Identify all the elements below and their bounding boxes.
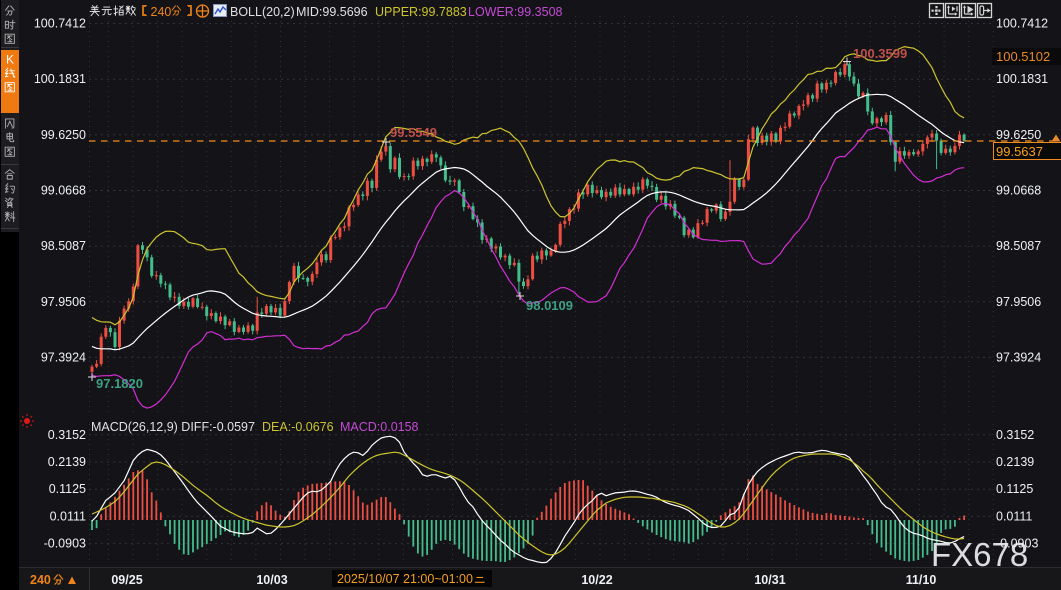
svg-text:0.1125: 0.1125	[996, 482, 1033, 496]
svg-text:MACD:0.0158: MACD:0.0158	[340, 420, 419, 434]
svg-text:10/22: 10/22	[581, 573, 612, 587]
svg-text:100.7412: 100.7412	[34, 17, 86, 31]
svg-text:100.3599: 100.3599	[853, 46, 907, 61]
svg-text:-0.0903: -0.0903	[44, 537, 86, 551]
svg-text:97.3924: 97.3924	[41, 350, 86, 364]
svg-text:99.6250: 99.6250	[41, 128, 86, 142]
svg-text:99.0668: 99.0668	[41, 184, 86, 198]
svg-text:98.5087: 98.5087	[996, 239, 1041, 253]
svg-text:0.3152: 0.3152	[996, 428, 1034, 442]
svg-text:0.3152: 0.3152	[48, 428, 86, 442]
svg-text:98.5087: 98.5087	[41, 239, 86, 253]
svg-text:0.0111: 0.0111	[996, 509, 1032, 523]
svg-text:100.5102: 100.5102	[996, 49, 1050, 64]
svg-text:MID:99.5696: MID:99.5696	[296, 5, 368, 19]
svg-text:97.1820: 97.1820	[96, 376, 143, 391]
svg-text:240: 240	[151, 5, 172, 19]
svg-text:100.1831: 100.1831	[34, 72, 86, 86]
svg-text:11/10: 11/10	[906, 573, 937, 587]
svg-text:DEA:-0.0676: DEA:-0.0676	[262, 420, 334, 434]
svg-text:10/03: 10/03	[256, 573, 287, 587]
svg-text:97.9506: 97.9506	[996, 295, 1041, 309]
svg-text:0.0111: 0.0111	[50, 509, 86, 523]
svg-text:240: 240	[30, 573, 51, 587]
svg-text:UPPER:99.7883: UPPER:99.7883	[375, 5, 467, 19]
svg-text:09/25: 09/25	[111, 573, 142, 587]
svg-text:100.7412: 100.7412	[996, 17, 1048, 31]
svg-text:0.1125: 0.1125	[49, 482, 86, 496]
svg-text:99.5549: 99.5549	[390, 125, 437, 140]
svg-text:98.0109: 98.0109	[526, 298, 573, 313]
svg-text:K: K	[6, 53, 14, 67]
svg-text:2025/10/07 21:00~01:00: 2025/10/07 21:00~01:00	[337, 572, 473, 586]
svg-text:100.1831: 100.1831	[996, 72, 1048, 86]
svg-text:0.2139: 0.2139	[996, 455, 1034, 469]
svg-text:LOWER:99.3508: LOWER:99.3508	[468, 5, 563, 19]
svg-text:99.0668: 99.0668	[996, 184, 1041, 198]
svg-text:BOLL(20,2): BOLL(20,2)	[230, 5, 295, 19]
svg-text:10/31: 10/31	[754, 573, 785, 587]
svg-text:MACD(26,12,9) DIFF:-0.0597: MACD(26,12,9) DIFF:-0.0597	[91, 420, 255, 434]
svg-text:99.5637: 99.5637	[996, 144, 1043, 159]
svg-text:97.9506: 97.9506	[41, 295, 86, 309]
svg-text:99.6250: 99.6250	[996, 128, 1041, 142]
svg-text:0.2139: 0.2139	[48, 455, 86, 469]
svg-text:97.3924: 97.3924	[996, 350, 1041, 364]
